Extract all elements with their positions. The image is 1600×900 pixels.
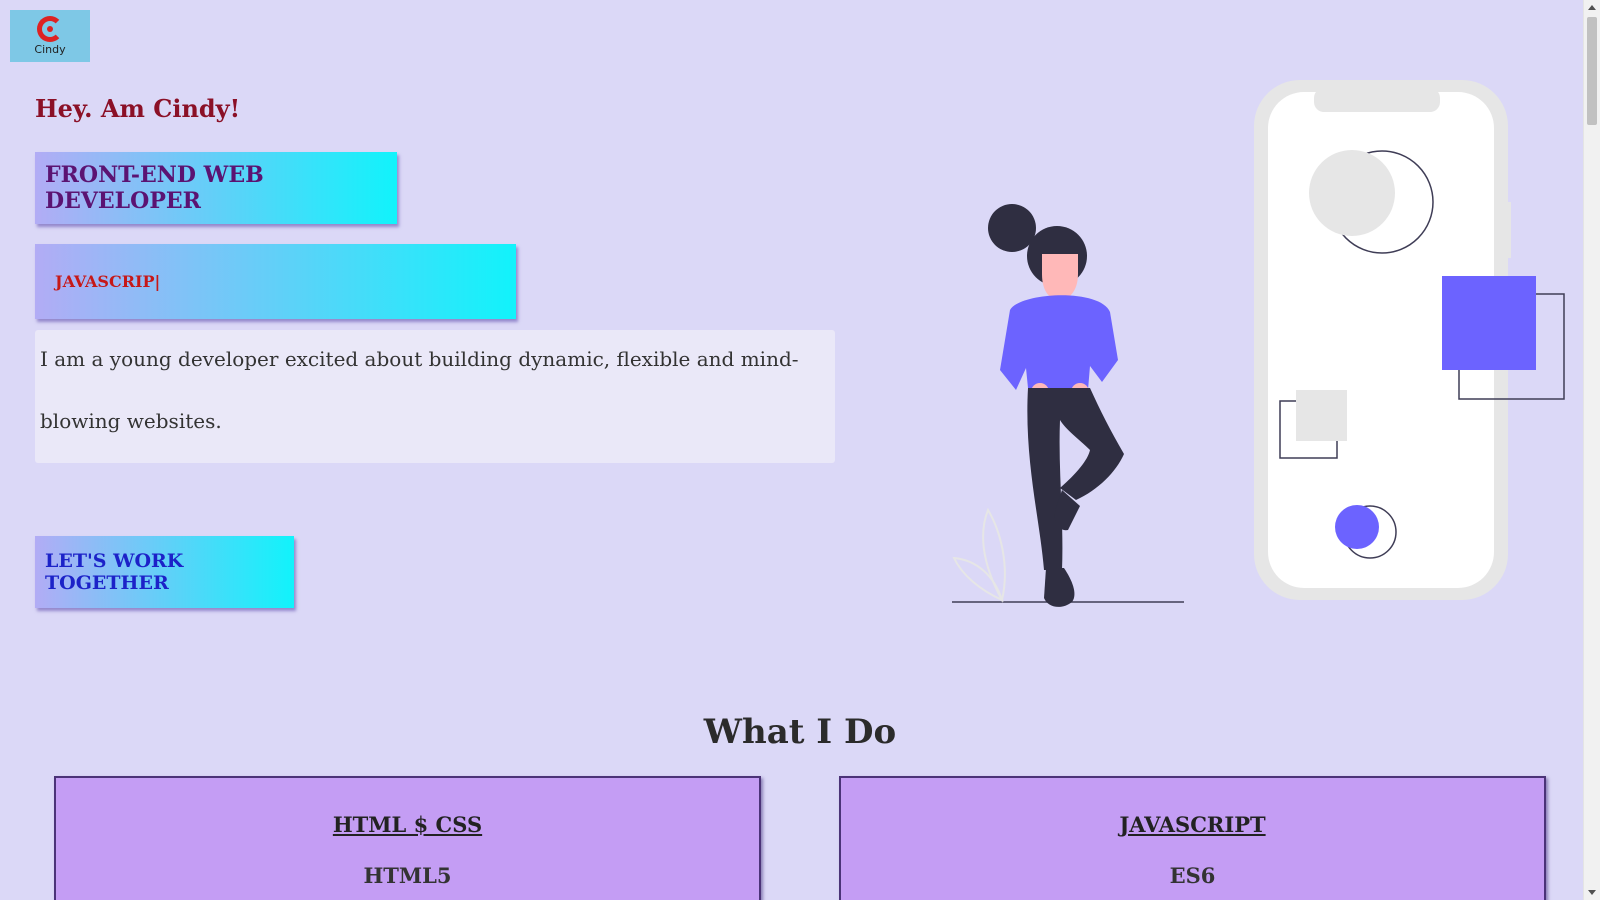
purple-square xyxy=(1442,276,1536,370)
typing-text: JAVASCRIP| xyxy=(55,272,161,291)
vertical-scrollbar[interactable] xyxy=(1583,0,1600,900)
role-banner: FRONT-END WEB DEVELOPER xyxy=(35,152,397,224)
service-card-javascript: JAVASCRIPT ES6 xyxy=(839,776,1546,900)
woman-with-phone-illustration xyxy=(952,80,1565,607)
small-grey-square xyxy=(1296,390,1347,441)
work-together-label: LET'S WORK TOGETHER xyxy=(45,550,184,594)
grey-circle xyxy=(1309,150,1395,236)
hair-bun xyxy=(988,204,1036,252)
logo-text: Cindy xyxy=(34,43,66,56)
section-title: What I Do xyxy=(703,712,897,752)
card-subtitle: ES6 xyxy=(1169,863,1216,888)
bio-panel: I am a young developer excited about bui… xyxy=(35,330,835,463)
service-card-html-css: HTML $ CSS HTML5 xyxy=(54,776,761,900)
card-title[interactable]: HTML $ CSS xyxy=(56,812,759,837)
plant-leaf-2 xyxy=(952,556,1004,602)
role-title: FRONT-END WEB DEVELOPER xyxy=(45,162,264,214)
greeting-heading: Hey. Am Cindy! xyxy=(35,94,241,123)
card-subtitle: HTML5 xyxy=(363,863,452,888)
scroll-down-icon[interactable] xyxy=(1588,890,1596,895)
shoe-left xyxy=(1044,568,1075,607)
torso xyxy=(1000,295,1118,390)
phone-button xyxy=(1506,202,1511,258)
scroll-thumb[interactable] xyxy=(1587,17,1597,125)
bio-text: I am a young developer excited about bui… xyxy=(40,347,799,433)
phone-notch xyxy=(1314,88,1440,112)
typing-banner: JAVASCRIP| xyxy=(35,244,516,319)
plant-leaf xyxy=(982,507,1006,603)
legs xyxy=(1027,388,1124,570)
scroll-up-icon[interactable] xyxy=(1588,5,1596,10)
work-together-button[interactable]: LET'S WORK TOGETHER xyxy=(35,536,294,608)
logo[interactable]: Cindy xyxy=(10,10,90,62)
small-purple-circle xyxy=(1335,505,1379,549)
logo-icon xyxy=(37,16,63,42)
card-title[interactable]: JAVASCRIPT xyxy=(841,812,1544,837)
